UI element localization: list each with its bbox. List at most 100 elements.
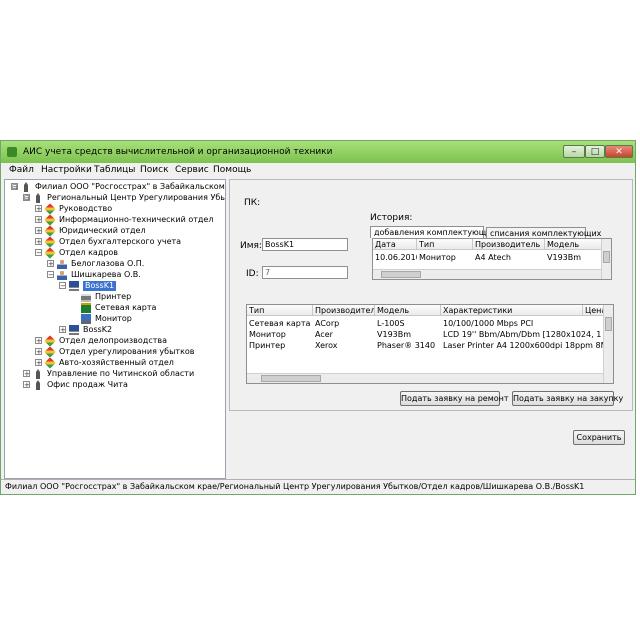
- tree-expander[interactable]: +: [35, 359, 42, 367]
- repair-request-button[interactable]: Подать заявку на ремонт: [400, 391, 509, 406]
- tree-node-it-dept[interactable]: + Информационно-технический отдел: [35, 214, 225, 226]
- pc-details-panel: ПК: Имя: BossK1 ID: 7 История: добавлени…: [229, 179, 633, 411]
- tree-expander[interactable]: −: [35, 249, 42, 257]
- menu-file[interactable]: Файл: [9, 165, 34, 175]
- history-cell: V193Bm: [547, 253, 582, 262]
- tree-expander[interactable]: +: [47, 260, 54, 268]
- history-col-type[interactable]: Тип: [417, 239, 473, 250]
- tree-node-records-dept[interactable]: + Отдел делопроизводства: [35, 335, 225, 347]
- building-icon: [36, 369, 40, 379]
- app-icon: [7, 147, 17, 157]
- pc-header: ПК:: [244, 198, 261, 208]
- tree-node-label: Филиал ООО "Росгосстрах" в Забайкальском…: [35, 182, 226, 191]
- components-col-price[interactable]: Цена: [583, 305, 605, 316]
- tree-expander[interactable]: +: [35, 238, 42, 246]
- tree-node-claims-dept[interactable]: + Отдел урегулирования убытков: [35, 346, 225, 358]
- tree-node-employee-shishkareva[interactable]: − Шишкарева О.В.: [47, 270, 225, 281]
- tree-node-label: Региональный Центр Урегулирования Убытко…: [47, 193, 226, 202]
- department-icon: [44, 247, 56, 259]
- scrollbar-thumb[interactable]: [603, 251, 610, 263]
- tree-node-monitor[interactable]: Монитор: [71, 314, 225, 325]
- printer-icon: [81, 292, 91, 302]
- menu-settings[interactable]: Настройки: [41, 165, 92, 175]
- tree-node-auto-dept[interactable]: + Авто-хозяйственный отдел: [35, 357, 225, 369]
- history-col-manufacturer[interactable]: Производитель: [473, 239, 545, 250]
- tree-node-network-card[interactable]: Сетевая карта: [71, 303, 225, 314]
- tree-node-label: Отдел урегулирования убытков: [59, 347, 195, 356]
- tree-node-chita-office[interactable]: + Офис продаж Чита: [23, 380, 225, 391]
- components-cell: Монитор: [249, 330, 286, 339]
- tree-expander[interactable]: +: [35, 348, 42, 356]
- department-tree: ⊟ Филиал ООО "Росгосстрах" в Забайкальск…: [4, 179, 226, 479]
- scrollbar-thumb[interactable]: [605, 317, 612, 331]
- close-button[interactable]: ✕: [605, 145, 633, 158]
- id-label: ID:: [246, 269, 259, 279]
- tree-node-pc-bossk2[interactable]: + BossK2: [59, 325, 225, 336]
- department-icon: [44, 214, 56, 226]
- maximize-button[interactable]: □: [585, 145, 605, 158]
- tree-node-label: Принтер: [95, 292, 132, 301]
- save-button[interactable]: Сохранить: [573, 430, 625, 445]
- tree-expander[interactable]: +: [35, 216, 42, 224]
- purchase-request-button[interactable]: Подать заявку на закупку: [512, 391, 623, 406]
- tree-node-label: Отдел делопроизводства: [59, 336, 167, 345]
- tree-expander[interactable]: −: [47, 271, 54, 279]
- name-label: Имя:: [240, 241, 262, 251]
- menu-help[interactable]: Помощь: [213, 165, 251, 175]
- components-cell: Laser Printer A4 1200x600dpi 18ppm 8Mb: [443, 341, 605, 350]
- id-input[interactable]: 7: [262, 266, 348, 279]
- window-title: АИС учета средств вычислительной и орган…: [23, 147, 333, 157]
- components-vertical-scrollbar[interactable]: [603, 305, 613, 383]
- menu-search[interactable]: Поиск: [140, 165, 169, 175]
- tree-node-management[interactable]: + Руководство: [35, 203, 225, 215]
- history-col-model[interactable]: Модель: [545, 239, 603, 250]
- building-icon: [36, 380, 40, 390]
- name-input[interactable]: BossK1: [262, 238, 348, 251]
- components-col-specs[interactable]: Характеристики: [441, 305, 583, 316]
- tree-expander[interactable]: ⊟: [23, 194, 30, 202]
- history-cell: 10.06.2010: [375, 253, 417, 262]
- tree-node-accounting-dept[interactable]: + Отдел бухгалтерского учета: [35, 236, 225, 248]
- building-icon: [24, 182, 28, 192]
- status-path: Филиал ООО "Росгосстрах" в Забайкальском…: [5, 482, 585, 491]
- tree-expander[interactable]: +: [23, 370, 30, 378]
- tree-node-pc-bossk1[interactable]: − BossK1: [59, 281, 225, 292]
- tree-node-label: Белоглазова О.П.: [71, 259, 145, 268]
- title-bar[interactable]: АИС учета средств вычислительной и орган…: [1, 141, 635, 163]
- tree-expander[interactable]: −: [59, 282, 66, 290]
- tab-added-components[interactable]: добавления комплектующих: [370, 226, 496, 238]
- tree-node-chita-region[interactable]: + Управление по Читинской области: [23, 369, 225, 380]
- tree-expander[interactable]: +: [35, 337, 42, 345]
- components-cell: Xerox: [315, 341, 338, 350]
- tree-node-legal-dept[interactable]: + Юридический отдел: [35, 225, 225, 237]
- components-col-type[interactable]: Тип: [247, 305, 313, 316]
- tree-node-printer[interactable]: Принтер: [71, 292, 225, 303]
- components-cell: Принтер: [249, 341, 286, 350]
- minimize-button[interactable]: –: [563, 145, 585, 158]
- components-horizontal-scrollbar[interactable]: [247, 373, 603, 383]
- tree-node-label: Монитор: [95, 314, 132, 323]
- scrollbar-thumb[interactable]: [381, 271, 421, 278]
- tree-expander[interactable]: ⊟: [11, 183, 18, 191]
- tree-node-employee-beloglazova[interactable]: + Белоглазова О.П.: [47, 259, 225, 270]
- history-col-date[interactable]: Дата: [373, 239, 417, 250]
- department-icon: [44, 357, 56, 369]
- components-col-manufacturer[interactable]: Производитель: [313, 305, 375, 316]
- tree-node-hr-dept[interactable]: − Отдел кадров: [35, 247, 225, 259]
- scrollbar-thumb[interactable]: [261, 375, 321, 382]
- components-cell: Сетевая карта: [249, 319, 311, 328]
- history-horizontal-scrollbar[interactable]: [373, 269, 601, 279]
- tree-expander[interactable]: +: [35, 205, 42, 213]
- components-col-model[interactable]: Модель: [375, 305, 441, 316]
- history-vertical-scrollbar[interactable]: [601, 239, 611, 279]
- menu-service[interactable]: Сервис: [175, 165, 209, 175]
- tree-node-claims-center[interactable]: ⊟ Региональный Центр Урегулирования Убыт…: [23, 193, 225, 204]
- tree-node-label: Шишкарева О.В.: [71, 270, 141, 279]
- tree-node-label: Руководство: [59, 204, 113, 213]
- tree-expander[interactable]: +: [59, 326, 66, 334]
- tree-expander[interactable]: +: [23, 381, 30, 389]
- menu-tables[interactable]: Таблицы: [94, 165, 135, 175]
- tree-expander[interactable]: +: [35, 227, 42, 235]
- tree-node-branch[interactable]: ⊟ Филиал ООО "Росгосстрах" в Забайкальск…: [11, 182, 225, 193]
- tree-node-label: Сетевая карта: [95, 303, 157, 312]
